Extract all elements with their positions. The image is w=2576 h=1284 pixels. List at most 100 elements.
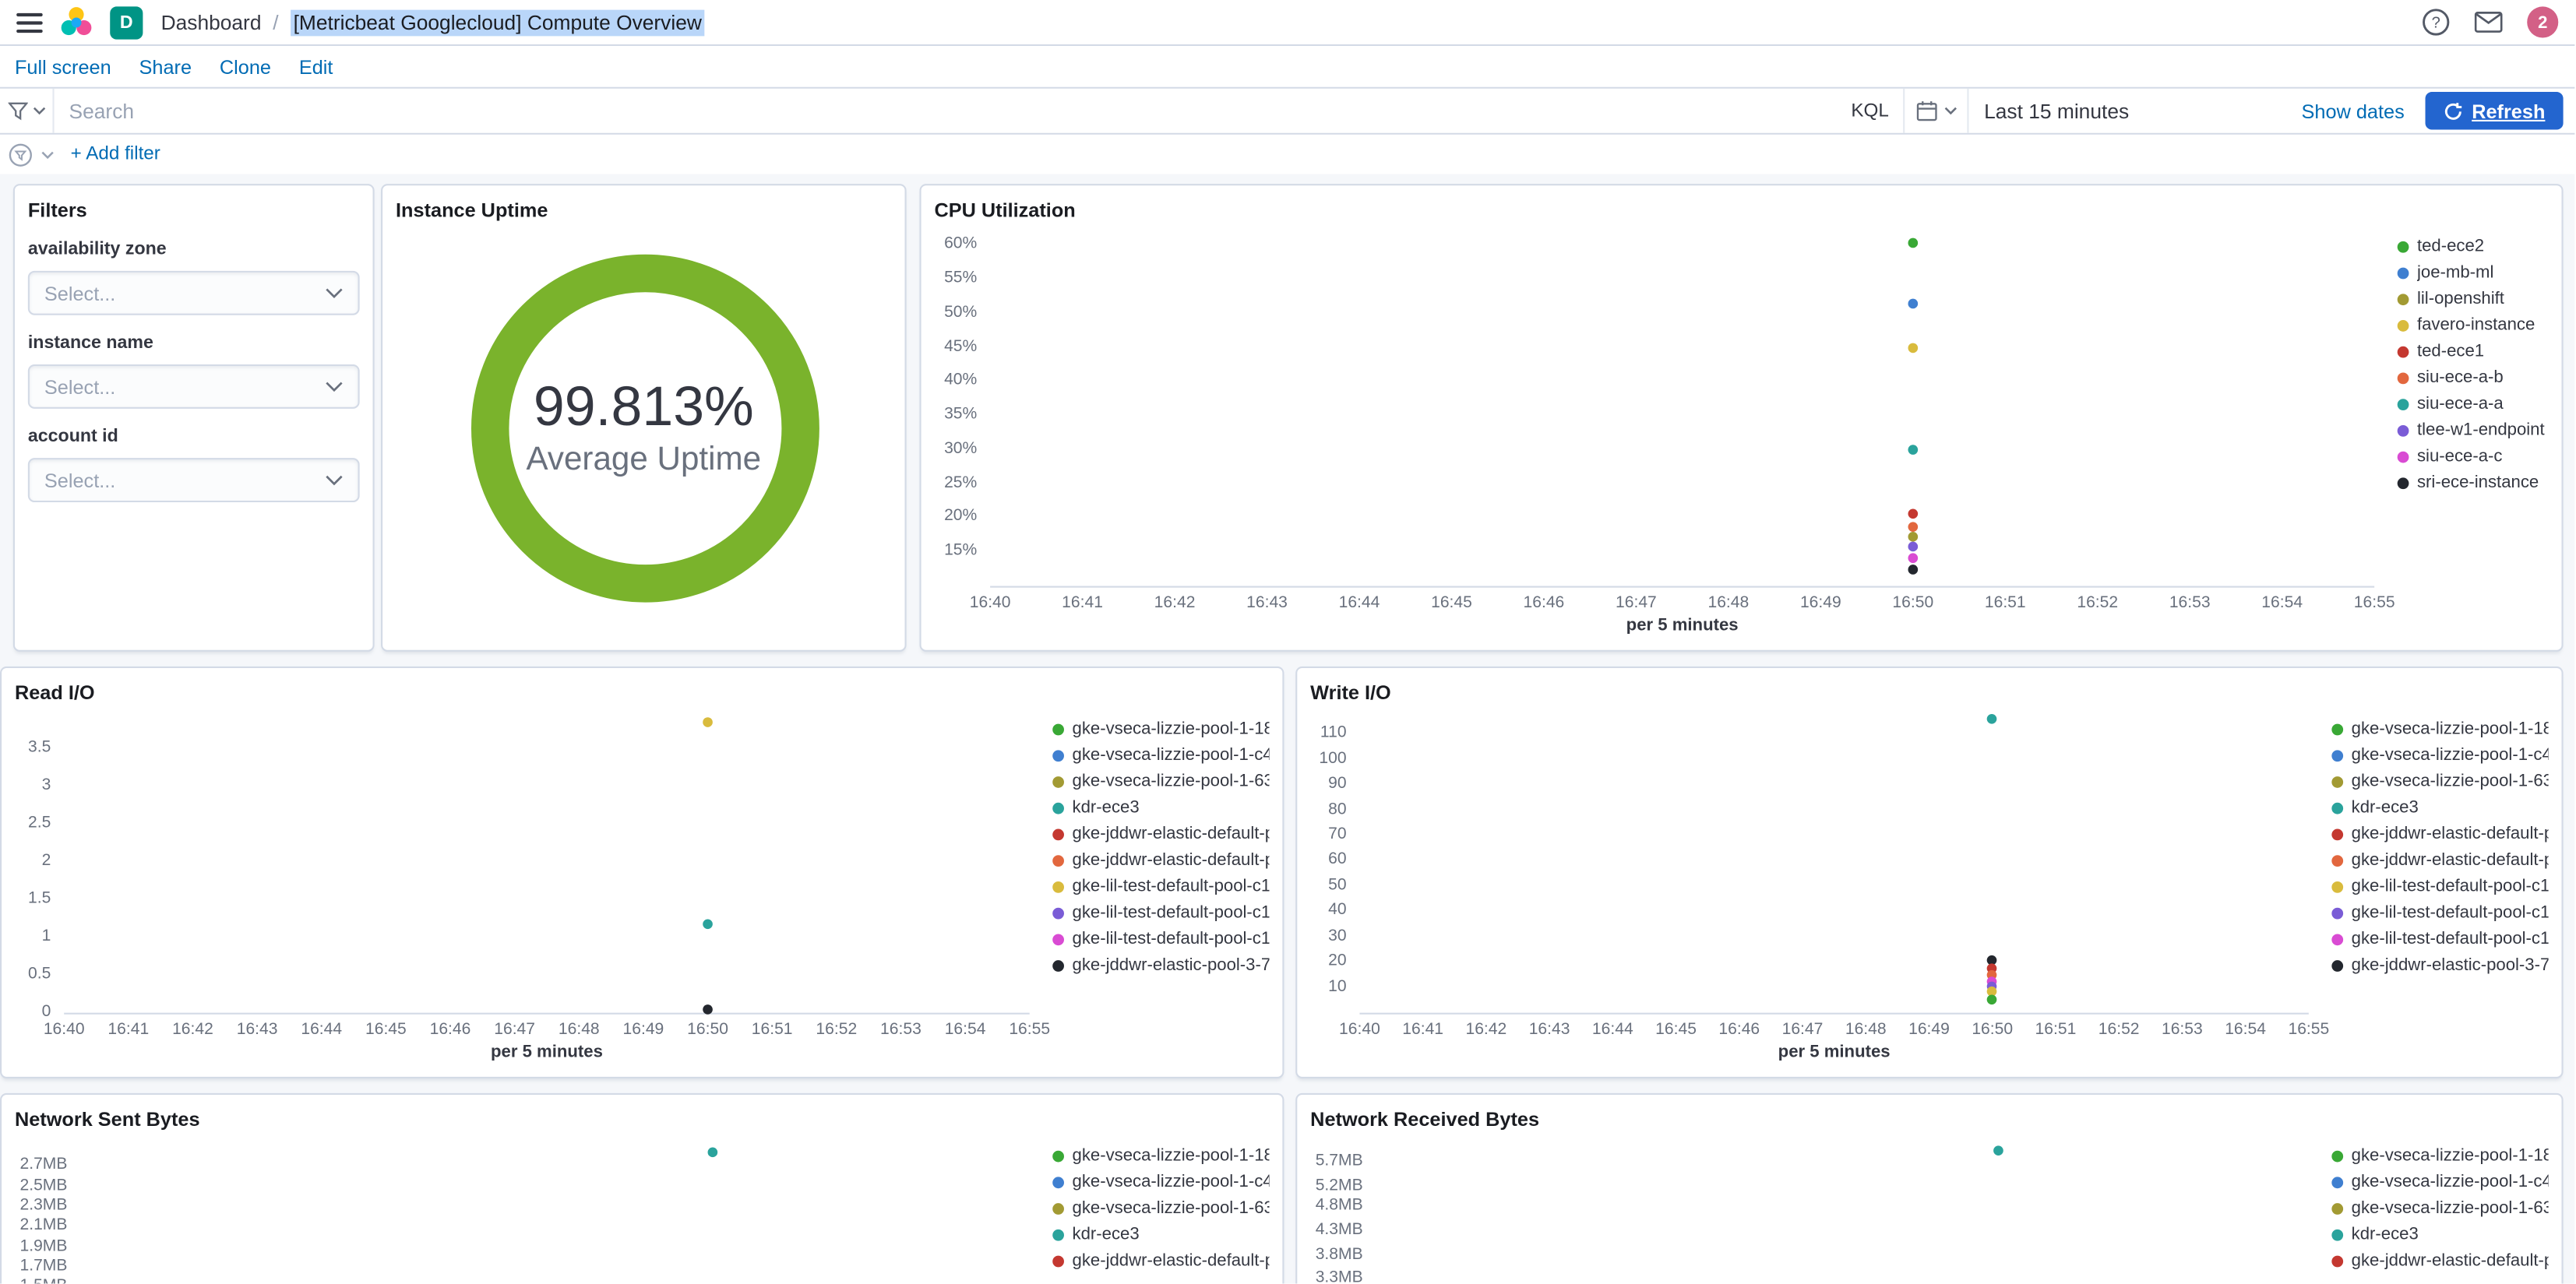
x-axis-tick-label: 16:48 — [558, 1021, 600, 1040]
legend-item[interactable]: gke-jddwr-elastic-default-po... — [2331, 847, 2549, 874]
legend-item[interactable]: gke-jddwr-elastic-pool-3-74... — [2331, 952, 2549, 979]
filter-circle-icon[interactable] — [9, 142, 33, 167]
y-axis-tick-label: 15% — [944, 542, 978, 561]
help-icon[interactable]: ? — [2422, 9, 2450, 37]
legend-item[interactable]: gke-jddwr-elastic-default-po... — [2331, 1247, 2549, 1274]
legend-item[interactable]: gke-jddwr-elastic-default-po... — [1052, 847, 1269, 874]
x-axis-title: per 5 minutes — [1778, 1042, 1891, 1062]
legend-item[interactable]: ted-ece2 — [2397, 233, 2549, 259]
x-axis-tick-label: 16:54 — [944, 1021, 986, 1040]
panel-title: Filters — [27, 199, 87, 222]
data-point — [708, 1148, 718, 1158]
calendar-icon — [1916, 101, 1937, 121]
filter-select-instance-name[interactable]: Select... — [27, 364, 360, 409]
legend-item[interactable]: gke-vseca-lizzie-pool-1-1877... — [2331, 716, 2549, 742]
mail-icon[interactable] — [2474, 12, 2503, 33]
legend-item[interactable]: tlee-w1-endpoint — [2397, 417, 2549, 443]
filter-funnel-icon — [7, 101, 27, 120]
x-axis-tick-label: 16:50 — [1972, 1021, 2014, 1040]
legend-item[interactable]: ted-ece1 — [2397, 338, 2549, 364]
legend-item[interactable]: kdr-ece3 — [1052, 1221, 1269, 1247]
legend-item[interactable]: gke-vseca-lizzie-pool-1-c417... — [2331, 1169, 2549, 1195]
x-axis-tick-label: 16:42 — [172, 1021, 213, 1040]
elastic-logo[interactable] — [61, 6, 92, 37]
chevron-down-icon — [41, 150, 54, 159]
space-badge[interactable]: D — [110, 5, 143, 39]
show-dates-link[interactable]: Show dates — [2302, 100, 2405, 123]
y-axis-tick-label: 1.7MB — [19, 1257, 68, 1276]
legend-item[interactable]: gke-lil-test-default-pool-c1e... — [2331, 899, 2549, 926]
legend-item[interactable]: gke-jddwr-elastic-default-po... — [2331, 821, 2549, 847]
y-axis-tick-label: 5.2MB — [1315, 1177, 1363, 1195]
time-range-label[interactable]: Last 15 minutes — [1984, 100, 2129, 123]
legend-item[interactable]: joe-mb-ml — [2397, 259, 2549, 286]
y-axis-tick-label: 3.8MB — [1315, 1244, 1363, 1264]
add-filter-link[interactable]: + Add filter — [71, 145, 160, 164]
legend-item[interactable]: kdr-ece3 — [2331, 794, 2548, 821]
filter-select-account-id[interactable]: Select... — [27, 458, 360, 503]
legend-item[interactable]: sri-ece-instance — [2397, 470, 2549, 496]
plot-area: 60% 55% 50% 45% 40% 35% 30% 25% 20% 15% 16:40 16:41… — [934, 222, 2395, 641]
breadcrumb-dashboard[interactable]: Dashboard — [161, 11, 262, 34]
legend-item[interactable]: gke-vseca-lizzie-pool-1-630... — [1052, 769, 1269, 795]
user-avatar[interactable]: 2 — [2527, 6, 2559, 38]
series-label: gke-jddwr-elastic-pool-3-74... — [1072, 955, 1270, 976]
legend-item[interactable]: kdr-ece3 — [2331, 1221, 2548, 1247]
legend-item[interactable]: siu-ece-a-b — [2397, 364, 2549, 391]
y-axis-tick-label: 2.5 — [28, 814, 51, 832]
y-axis-tick-label: 3 — [41, 776, 51, 794]
legend-item[interactable]: lil-openshift — [2397, 286, 2549, 312]
legend-item[interactable]: gke-vseca-lizzie-pool-1-c417... — [1052, 1169, 1269, 1195]
series-label: gke-jddwr-elastic-default-po... — [2351, 824, 2549, 844]
series-color-dot — [2331, 933, 2344, 945]
hamburger-menu-icon[interactable] — [16, 11, 43, 34]
legend-item[interactable]: gke-lil-test-default-pool-c1e... — [1052, 926, 1269, 952]
legend-item[interactable]: gke-vseca-lizzie-pool-1-c417... — [2331, 742, 2549, 769]
legend-item[interactable]: gke-vseca-lizzie-pool-1-1877... — [1052, 716, 1269, 742]
series-label: gke-lil-test-default-pool-c1e... — [2351, 902, 2549, 923]
legend-item[interactable]: gke-vseca-lizzie-pool-1-630... — [2331, 769, 2549, 795]
series-label: gke-vseca-lizzie-pool-1-1877... — [1072, 719, 1270, 739]
search-input[interactable]: Search KQL — [55, 89, 1904, 133]
legend-item[interactable]: siu-ece-a-c — [2397, 443, 2549, 470]
legend-item[interactable]: gke-lil-test-default-pool-c1e... — [2331, 873, 2549, 899]
y-axis-tick-label: 100 — [1319, 749, 1347, 769]
menu-link-clone[interactable]: Clone — [220, 55, 271, 79]
y-axis-tick-label: 3.3MB — [1315, 1269, 1363, 1284]
legend-item[interactable]: kdr-ece3 — [1052, 794, 1269, 821]
saved-query-button[interactable] — [0, 88, 55, 133]
legend-item[interactable]: siu-ece-a-a — [2397, 391, 2549, 417]
legend-item[interactable]: gke-vseca-lizzie-pool-1-630... — [1052, 1195, 1269, 1222]
filter-select-availability-zone[interactable]: Select... — [27, 270, 360, 315]
y-axis-tick-label: 4.3MB — [1315, 1220, 1363, 1239]
y-axis-tick-label: 70 — [1328, 825, 1347, 844]
legend-item[interactable]: gke-jddwr-elastic-default-po... — [1052, 821, 1269, 847]
x-axis-tick-label: 16:50 — [1892, 594, 1934, 613]
legend-item[interactable]: gke-jddwr-elastic-default-po... — [1052, 1247, 1269, 1274]
panel-network-received-bytes: Network Received Bytes 5.7MB 5.2MB 4.8MB 4.… — [1295, 1092, 2564, 1284]
series-label: gke-jddwr-elastic-default-po... — [2351, 1251, 2549, 1271]
legend-item[interactable]: favero-instance — [2397, 312, 2549, 339]
query-language-button[interactable]: KQL — [1851, 101, 1889, 121]
legend-item[interactable]: gke-jddwr-elastic-pool-3-74... — [1052, 952, 1269, 979]
series-label: kdr-ece3 — [2351, 797, 2419, 818]
legend-item[interactable]: gke-vseca-lizzie-pool-1-1877... — [1052, 1142, 1269, 1169]
legend-item[interactable]: gke-vseca-lizzie-pool-1-1877... — [2331, 1142, 2549, 1169]
legend-item[interactable]: gke-vseca-lizzie-pool-1-630... — [2331, 1195, 2549, 1222]
y-axis-tick-label: 2.1MB — [19, 1216, 68, 1236]
series-color-dot — [2331, 854, 2344, 866]
legend-item[interactable]: gke-lil-test-default-pool-c1e... — [1052, 899, 1269, 926]
menu-link-edit[interactable]: Edit — [299, 55, 333, 79]
date-picker-button[interactable] — [1903, 88, 1968, 133]
legend-item[interactable]: gke-lil-test-default-pool-c1e... — [2331, 926, 2549, 952]
menu-link-share[interactable]: Share — [139, 55, 192, 79]
menu-link-full-screen[interactable]: Full screen — [15, 55, 111, 79]
series-label: gke-vseca-lizzie-pool-1-1877... — [1072, 1145, 1270, 1166]
legend-item[interactable]: gke-vseca-lizzie-pool-1-c417... — [1052, 742, 1269, 769]
series-color-dot — [2331, 880, 2344, 892]
data-point — [703, 717, 713, 727]
refresh-button[interactable]: Refresh — [2426, 92, 2564, 130]
data-point — [1908, 522, 1919, 532]
legend-item[interactable]: gke-lil-test-default-pool-c1e... — [1052, 873, 1269, 899]
x-axis-tick-label: 16:48 — [1707, 594, 1750, 613]
